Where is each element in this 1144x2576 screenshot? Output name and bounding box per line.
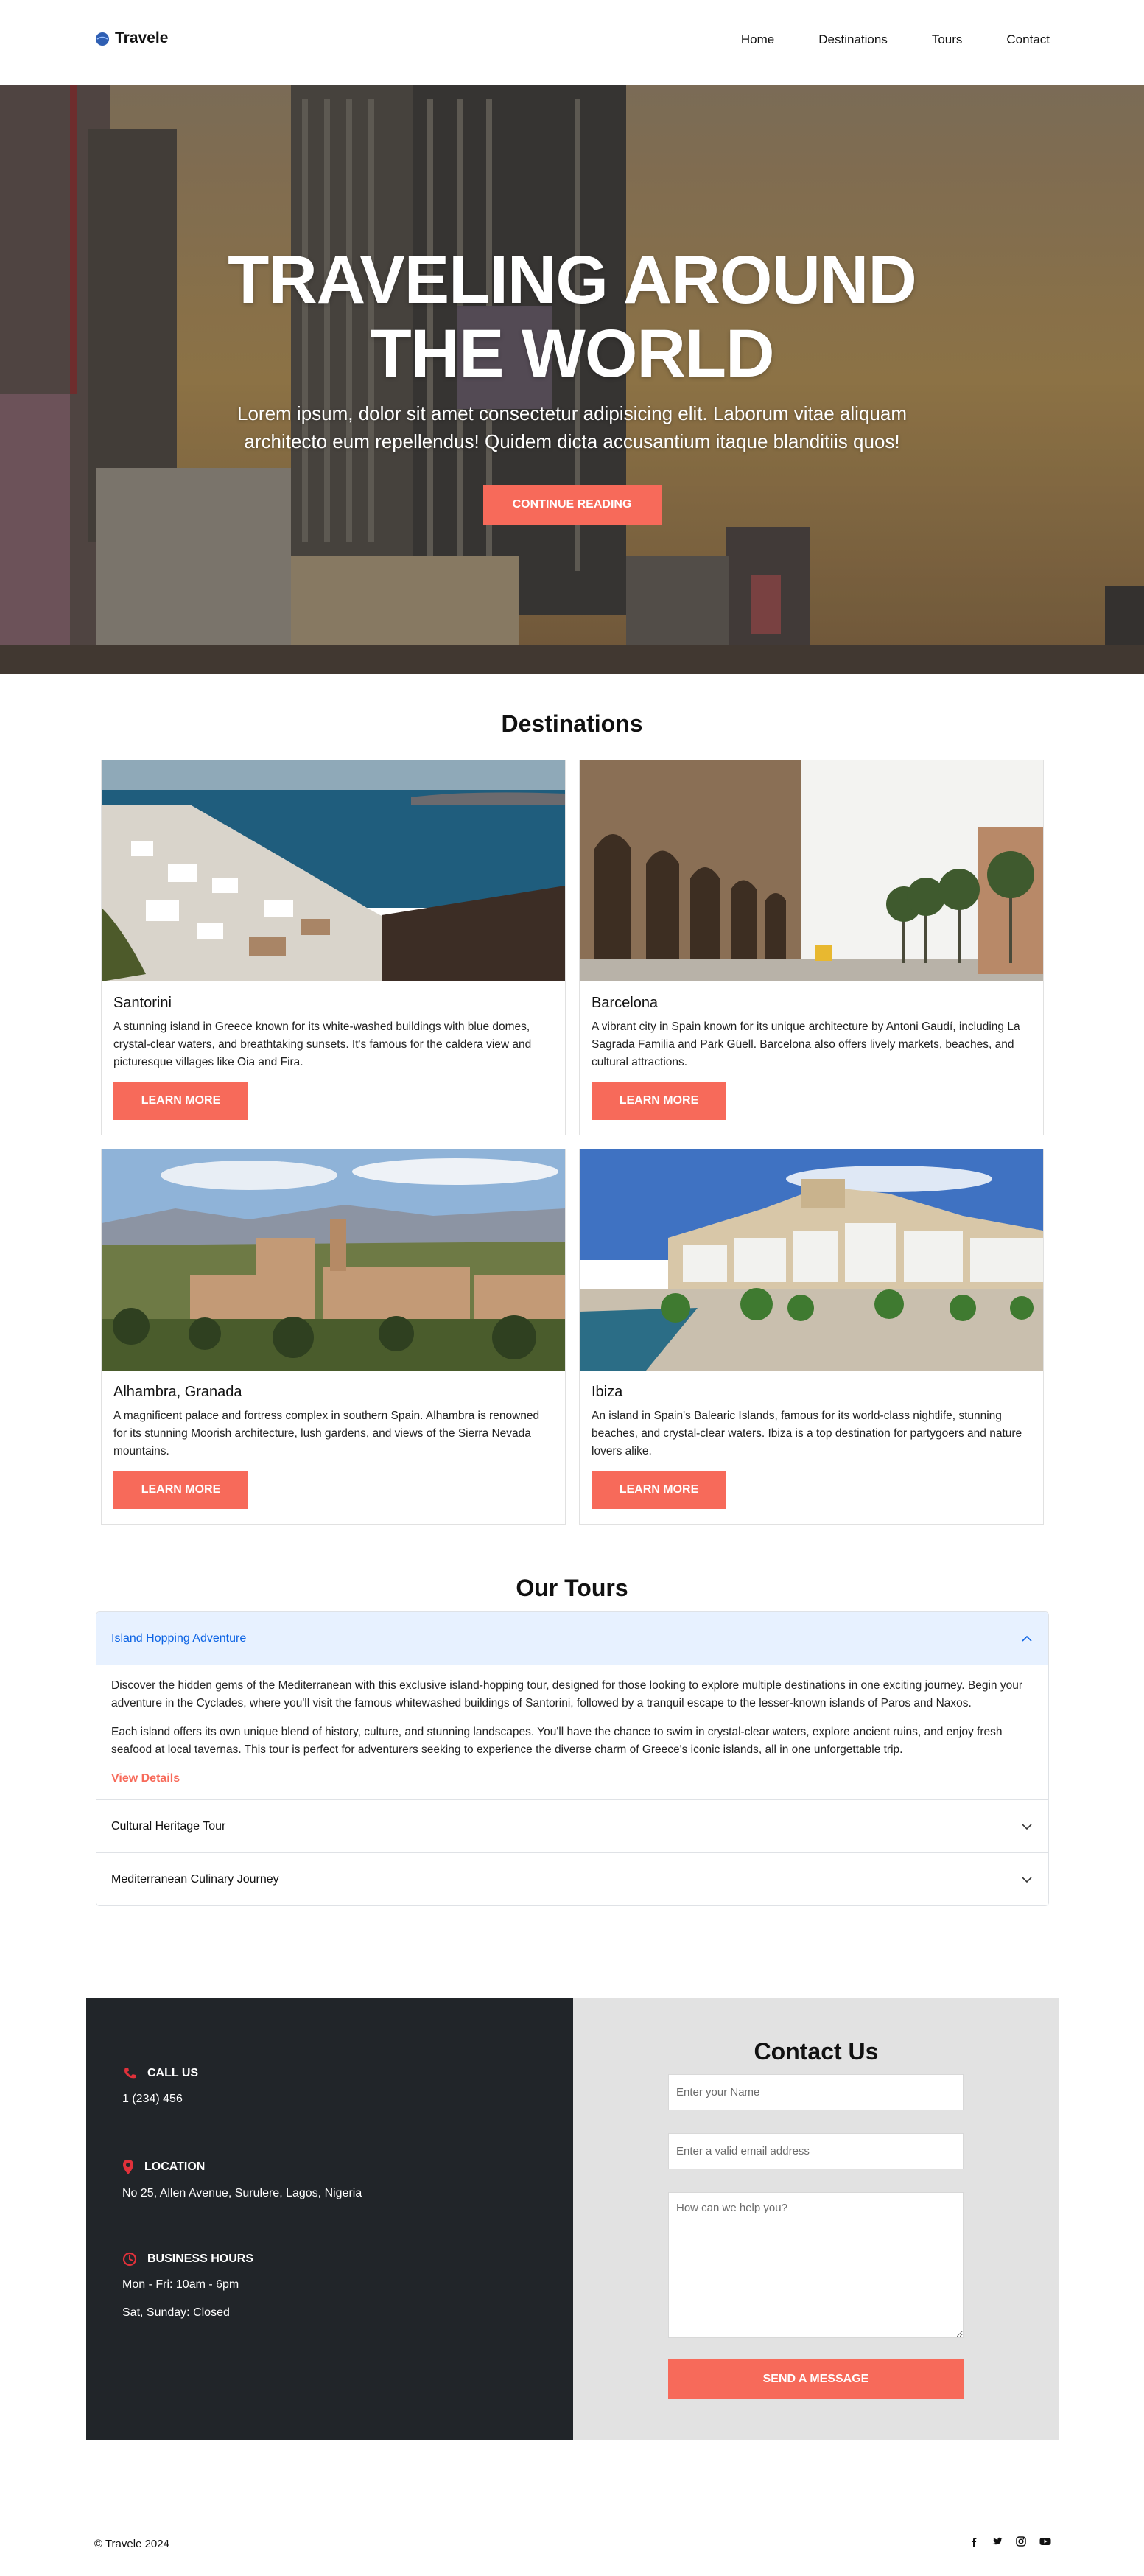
hero-title-line-1: TRAVELING AROUND	[228, 242, 917, 318]
navbar: Travele Home Destinations Tours Contact	[0, 0, 1144, 85]
accordion-title: Island Hopping Adventure	[111, 1631, 247, 1645]
youtube-icon[interactable]	[1039, 2536, 1051, 2547]
location-label: LOCATION	[144, 2160, 206, 2173]
view-details-link[interactable]: View Details	[111, 1772, 180, 1785]
card-description: A vibrant city in Spain known for its un…	[592, 1021, 1020, 1068]
name-input[interactable]	[668, 2074, 964, 2110]
card-description: An island in Spain's Balearic Islands, f…	[592, 1410, 1022, 1457]
santorini-image	[102, 760, 565, 981]
call-label: CALL US	[147, 2067, 199, 2079]
message-textarea[interactable]	[668, 2192, 964, 2338]
email-input[interactable]	[668, 2133, 964, 2169]
accordion-header-culinary-journey[interactable]: Mediterranean Culinary Journey	[96, 1852, 1048, 1905]
learn-more-button[interactable]: LEARN MORE	[592, 1471, 726, 1509]
tours-title: Our Tours	[516, 1575, 628, 1601]
card-title: Ibiza	[592, 1384, 623, 1400]
nav-link-tours[interactable]: Tours	[932, 32, 963, 47]
accordion-header-cultural-heritage[interactable]: Cultural Heritage Tour	[96, 1799, 1048, 1852]
phone-number: 1 (234) 456	[122, 2093, 183, 2105]
hero-content: TRAVELING AROUND THE WORLD Lorem ipsum, …	[0, 243, 1144, 525]
hero-title-line-2: THE WORLD	[370, 316, 774, 391]
learn-more-button[interactable]: LEARN MORE	[592, 1082, 726, 1120]
card-title: Alhambra, Granada	[113, 1384, 242, 1400]
call-info: CALL US 1 (234) 456	[122, 2066, 198, 2106]
nav-link-contact[interactable]: Contact	[1006, 32, 1050, 47]
destination-card-ibiza: Ibiza An island in Spain's Balearic Isla…	[579, 1149, 1044, 1525]
social-links	[969, 2536, 1051, 2547]
card-description: A magnificent palace and fortress comple…	[113, 1410, 540, 1457]
send-message-button[interactable]: SEND A MESSAGE	[668, 2359, 964, 2399]
alhambra-image	[102, 1149, 565, 1371]
card-description: A stunning island in Greece known for it…	[113, 1021, 532, 1068]
card-title: Barcelona	[592, 995, 659, 1011]
nav-link-destinations[interactable]: Destinations	[818, 32, 888, 47]
chevron-down-icon	[1022, 1876, 1032, 1883]
chevron-up-icon	[1022, 1635, 1032, 1642]
instagram-icon[interactable]	[1016, 2536, 1026, 2547]
learn-more-button[interactable]: LEARN MORE	[113, 1471, 248, 1509]
barcelona-image	[580, 760, 1043, 981]
brand-name: Travele	[115, 29, 169, 46]
learn-more-button[interactable]: LEARN MORE	[113, 1082, 248, 1120]
footer: © Travele 2024	[0, 2520, 1144, 2576]
accordion-body-island-hopping: Discover the hidden gems of the Mediterr…	[96, 1665, 1048, 1799]
contact-info-panel: CALL US 1 (234) 456 LOCATION No 25, Alle…	[86, 1998, 573, 2440]
globe-logo-icon	[96, 32, 109, 46]
destination-card-santorini: Santorini A stunning island in Greece kn…	[101, 760, 566, 1135]
copyright: © Travele 2024	[94, 2538, 169, 2550]
chevron-down-icon	[1022, 1823, 1032, 1830]
clock-icon	[122, 2252, 137, 2267]
destination-card-alhambra: Alhambra, Granada A magnificent palace a…	[101, 1149, 566, 1525]
hero-section: TRAVELING AROUND THE WORLD Lorem ipsum, …	[0, 85, 1144, 674]
hero-text: Lorem ipsum, dolor sit amet consectetur …	[237, 402, 907, 452]
brand-logo-link[interactable]: Travele	[94, 29, 168, 47]
nav-link-home[interactable]: Home	[741, 32, 774, 47]
card-title: Santorini	[113, 995, 172, 1011]
main-nav: Home Destinations Tours Contact	[741, 32, 1050, 47]
accordion-title: Cultural Heritage Tour	[111, 1819, 226, 1833]
contact-title: Contact Us	[754, 2038, 879, 2065]
weekday-hours: Mon - Fri: 10am - 6pm	[122, 2278, 239, 2291]
facebook-icon[interactable]	[969, 2536, 979, 2547]
location-info: LOCATION No 25, Allen Avenue, Surulere, …	[122, 2159, 362, 2200]
ibiza-image	[580, 1149, 1043, 1371]
weekend-hours: Sat, Sunday: Closed	[122, 2306, 230, 2319]
phone-icon	[124, 2068, 136, 2079]
twitter-icon[interactable]	[992, 2536, 1003, 2547]
tour-paragraph: Each island offers its own unique blend …	[111, 1726, 1003, 1756]
hours-label: BUSINESS HOURS	[147, 2253, 254, 2265]
hero-title: TRAVELING AROUND THE WORLD	[0, 243, 1144, 391]
destination-card-barcelona: Barcelona A vibrant city in Spain known …	[579, 760, 1044, 1135]
map-pin-icon	[123, 2160, 133, 2174]
continue-reading-button[interactable]: CONTINUE READING	[482, 485, 662, 525]
accordion-title: Mediterranean Culinary Journey	[111, 1872, 279, 1886]
address: No 25, Allen Avenue, Surulere, Lagos, Ni…	[122, 2187, 362, 2199]
contact-form-panel: Contact Us SEND A MESSAGE	[573, 1998, 1059, 2440]
accordion-header-island-hopping[interactable]: Island Hopping Adventure	[96, 1612, 1048, 1665]
tours-accordion: Island Hopping Adventure Discover the hi…	[96, 1611, 1049, 1906]
tour-paragraph: Discover the hidden gems of the Mediterr…	[111, 1679, 1022, 1709]
hours-info: BUSINESS HOURS Mon - Fri: 10am - 6pm Sat…	[122, 2252, 253, 2320]
destinations-title: Destinations	[501, 710, 643, 737]
